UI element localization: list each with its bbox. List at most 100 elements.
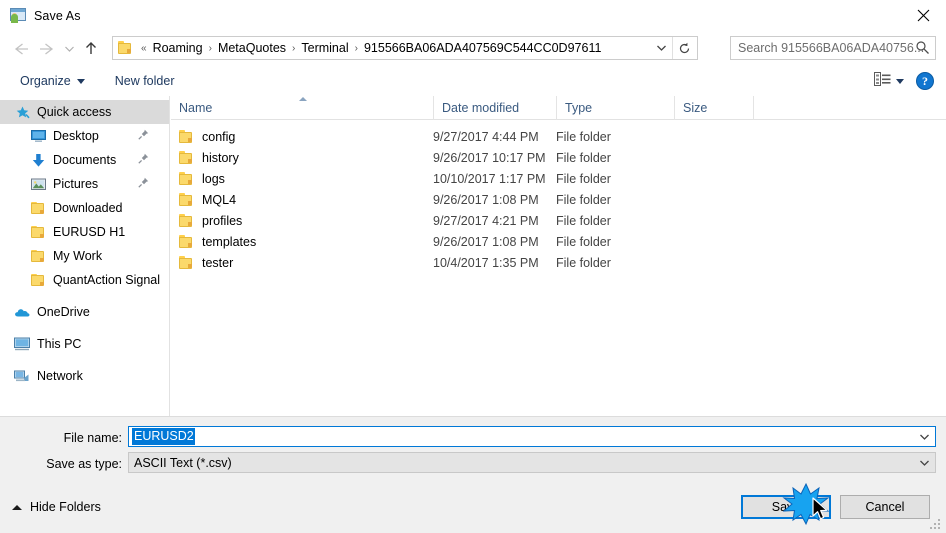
new-folder-label: New folder	[114, 74, 175, 88]
sidebar-item-label: Pictures	[53, 177, 99, 191]
organize-button[interactable]: Organize	[12, 71, 93, 91]
breadcrumb-separator[interactable]: ›	[289, 43, 298, 54]
sidebar-item-network[interactable]: Network	[0, 364, 169, 388]
save-as-app-icon	[10, 7, 26, 24]
pin-icon[interactable]	[138, 153, 149, 167]
hide-folders-button[interactable]: Hide Folders	[12, 500, 101, 514]
pin-icon[interactable]	[138, 177, 149, 191]
search-input[interactable]: Search 915566BA06ADA40756...	[730, 36, 936, 60]
file-name-label: MQL4	[202, 192, 237, 207]
breadcrumb-segment-terminal[interactable]: Terminal	[298, 41, 351, 55]
folder-icon	[179, 214, 194, 227]
file-date-cell: 9/26/2017 1:08 PM	[433, 234, 539, 249]
chevron-up-icon	[12, 504, 22, 510]
network-icon	[14, 368, 30, 384]
sidebar-item-onedrive[interactable]: OneDrive	[0, 300, 169, 324]
table-row[interactable]: tester 10/4/2017 1:35 PM File folder	[171, 252, 946, 273]
cancel-button[interactable]: Cancel	[840, 495, 930, 519]
resize-grip-icon[interactable]	[930, 517, 942, 529]
breadcrumb-segment-current[interactable]: 915566BA06ADA407569C544CC0D97611	[361, 41, 604, 55]
table-row[interactable]: MQL4 9/26/2017 1:08 PM File folder	[171, 189, 946, 210]
sidebar-item-label: OneDrive	[37, 305, 90, 319]
navigation-sidebar[interactable]: Quick access Desktop Documents Pictures …	[0, 96, 170, 416]
save-button[interactable]: Save	[741, 495, 831, 519]
file-name-cell: MQL4	[179, 189, 236, 210]
title-bar: Save As	[0, 0, 946, 31]
column-header-date-modified[interactable]: Date modified	[433, 96, 556, 120]
file-name-label: config	[202, 129, 236, 144]
sidebar-item-documents[interactable]: Documents	[0, 148, 169, 172]
sidebar-item-quantaction-signal[interactable]: QuantAction Signal	[0, 268, 169, 292]
up-arrow-icon[interactable]	[78, 36, 104, 62]
back-arrow-icon[interactable]	[8, 36, 34, 62]
file-name-cell: templates	[179, 231, 256, 252]
file-name-cell: config	[179, 126, 235, 147]
save-as-type-label: Save as type:	[46, 457, 122, 471]
search-icon[interactable]	[915, 40, 930, 58]
table-row[interactable]: config 9/27/2017 4:44 PM File folder	[171, 126, 946, 147]
column-header-size[interactable]: Size	[674, 96, 753, 120]
main-content: Quick access Desktop Documents Pictures …	[0, 96, 946, 416]
folder-icon	[30, 272, 46, 288]
column-header-name[interactable]: Name	[171, 96, 433, 120]
sidebar-item-this-pc[interactable]: This PC	[0, 332, 169, 356]
view-options-button[interactable]	[874, 72, 904, 90]
save-as-type-value: ASCII Text (*.csv)	[134, 455, 232, 470]
breadcrumb-separator[interactable]: ›	[206, 43, 215, 54]
address-dropdown-chevron-down-icon[interactable]	[651, 37, 671, 59]
sidebar-item-quick-access[interactable]: Quick access	[0, 100, 169, 124]
sidebar-item-my-work[interactable]: My Work	[0, 244, 169, 268]
folder-icon	[179, 193, 194, 206]
search-placeholder: Search 915566BA06ADA40756...	[738, 41, 925, 55]
forward-arrow-icon[interactable]	[34, 36, 60, 62]
column-header-label: Date modified	[442, 101, 520, 115]
column-header-type[interactable]: Type	[556, 96, 674, 120]
breadcrumb-segment-roaming[interactable]: Roaming	[150, 41, 206, 55]
sidebar-item-desktop[interactable]: Desktop	[0, 124, 169, 148]
file-date-cell: 10/4/2017 1:35 PM	[433, 255, 539, 270]
file-name-label: templates	[202, 234, 257, 249]
sidebar-item-pictures[interactable]: Pictures	[0, 172, 169, 196]
file-type-cell: File folder	[556, 171, 611, 186]
sidebar-item-downloaded[interactable]: Downloaded	[0, 196, 169, 220]
sidebar-item-label: QuantAction Signal	[53, 273, 161, 287]
chevron-down-icon[interactable]	[915, 453, 934, 472]
chevron-down-icon[interactable]	[915, 427, 934, 446]
organize-label: Organize	[20, 74, 71, 88]
folder-icon	[30, 224, 46, 240]
close-icon[interactable]	[900, 0, 946, 31]
file-date-cell: 9/27/2017 4:21 PM	[433, 213, 539, 228]
window-title: Save As	[34, 8, 81, 23]
table-row[interactable]: templates 9/26/2017 1:08 PM File folder	[171, 231, 946, 252]
file-list[interactable]: Name Date modified Type Size config 9/27…	[171, 96, 946, 416]
pin-icon[interactable]	[138, 129, 149, 143]
save-as-type-select[interactable]: ASCII Text (*.csv)	[128, 452, 936, 473]
column-header-label: Type	[565, 101, 593, 115]
file-list-header: Name Date modified Type Size	[171, 96, 946, 120]
toolbar-right-group: ?	[874, 66, 934, 96]
sidebar-item-label: Desktop	[53, 129, 99, 143]
star-pin-icon	[14, 104, 30, 120]
file-name-cell: logs	[179, 168, 225, 189]
new-folder-button[interactable]: New folder	[107, 71, 183, 91]
folder-icon	[179, 130, 194, 143]
table-row[interactable]: logs 10/10/2017 1:17 PM File folder	[171, 168, 946, 189]
sidebar-item-eurusd-h1[interactable]: EURUSD H1	[0, 220, 169, 244]
file-date-cell: 9/26/2017 1:08 PM	[433, 192, 539, 207]
refresh-icon[interactable]	[672, 37, 696, 59]
cancel-label: Cancel	[865, 500, 905, 514]
breadcrumb-segment-metaquotes[interactable]: MetaQuotes	[215, 41, 289, 55]
file-type-cell: File folder	[556, 150, 611, 165]
address-bar[interactable]: « Roaming › MetaQuotes › Terminal › 9155…	[112, 36, 698, 60]
recent-locations-chevron-icon[interactable]	[60, 36, 78, 62]
breadcrumb-separator[interactable]: ›	[352, 43, 361, 54]
file-name-label: File name:	[63, 431, 122, 445]
help-icon[interactable]: ?	[916, 72, 934, 90]
toolbar: Organize New folder ?	[0, 66, 946, 96]
help-label: ?	[922, 73, 928, 88]
file-date-cell: 9/26/2017 10:17 PM	[433, 150, 546, 165]
file-name-input[interactable]: EURUSD2	[128, 426, 936, 447]
onedrive-cloud-icon	[14, 304, 30, 320]
table-row[interactable]: profiles 9/27/2017 4:21 PM File folder	[171, 210, 946, 231]
table-row[interactable]: history 9/26/2017 10:17 PM File folder	[171, 147, 946, 168]
